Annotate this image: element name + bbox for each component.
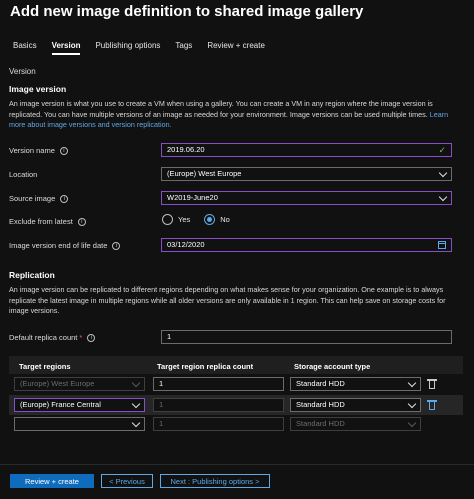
image-version-text: An image version is what you use to crea… xyxy=(9,99,433,119)
row1-count-input[interactable]: 1 xyxy=(153,377,284,391)
info-icon[interactable]: i xyxy=(87,333,96,342)
row2-region-select[interactable]: (Europe) France Central xyxy=(14,398,145,412)
row1-region-value: (Europe) West Europe xyxy=(20,379,95,388)
location-select[interactable]: (Europe) West Europe xyxy=(161,167,452,181)
default-replica-value: 1 xyxy=(167,332,172,341)
required-marker: * xyxy=(79,333,83,342)
version-section-label: Version xyxy=(9,67,36,76)
exclude-from-latest-label: Exclude from latest i xyxy=(9,217,86,226)
default-replica-label-text: Default replica count xyxy=(9,333,78,342)
row1-region-select[interactable]: (Europe) West Europe xyxy=(14,377,145,391)
row2-storage-select[interactable]: Standard HDD xyxy=(290,398,421,412)
radio-no[interactable] xyxy=(204,214,216,225)
tab-tags[interactable]: Tags xyxy=(175,41,192,50)
chevron-down-icon xyxy=(438,168,448,177)
radio-yes-label: Yes xyxy=(178,215,191,224)
version-name-label: Version name i xyxy=(9,146,68,155)
review-create-button[interactable]: Review + create xyxy=(10,474,94,488)
row3-count-input[interactable]: 1 xyxy=(153,417,284,431)
row2-region-value: (Europe) France Central xyxy=(20,400,101,409)
row1-storage-select[interactable]: Standard HDD xyxy=(290,377,421,391)
info-icon[interactable]: i xyxy=(60,194,69,203)
location-label-text: Location xyxy=(9,170,38,179)
exclude-label-text: Exclude from latest xyxy=(9,217,73,226)
checkmark-icon: ✓ xyxy=(438,145,446,155)
chevron-down-icon xyxy=(407,378,417,387)
next-button[interactable]: Next : Publishing options > xyxy=(160,474,270,488)
row3-storage-select[interactable]: Standard HDD xyxy=(290,417,421,431)
calendar-icon[interactable] xyxy=(438,241,446,249)
delete-icon-can xyxy=(429,402,435,410)
end-of-life-label-text: Image version end of life date xyxy=(9,241,108,250)
row1-storage-value: Standard HDD xyxy=(296,379,345,388)
row3-count-value: 1 xyxy=(159,419,164,428)
tab-publishing-options[interactable]: Publishing options xyxy=(95,41,160,50)
chevron-down-icon xyxy=(407,399,417,408)
version-name-input[interactable]: 2019.06.20 ✓ xyxy=(161,143,452,157)
tab-version[interactable]: Version xyxy=(51,41,80,55)
end-of-life-date-input[interactable]: 03/12/2020 xyxy=(161,238,452,252)
row2-count-input[interactable]: 1 xyxy=(153,398,284,412)
default-replica-count-input[interactable]: 1 xyxy=(161,330,452,344)
radio-no-label: No xyxy=(220,215,230,224)
info-icon[interactable]: i xyxy=(59,146,68,155)
col-target-regions: Target regions xyxy=(19,362,71,371)
col-replica-count: Target region replica count xyxy=(157,362,254,371)
chevron-down-icon xyxy=(131,378,141,387)
row1-count-value: 1 xyxy=(159,379,164,388)
delete-icon[interactable] xyxy=(427,400,437,410)
radio-yes[interactable] xyxy=(162,214,173,225)
info-icon[interactable]: i xyxy=(112,241,121,250)
exclude-radio-group: Yes No xyxy=(162,214,244,225)
tab-basics[interactable]: Basics xyxy=(13,41,37,50)
col-storage-account-type: Storage account type xyxy=(294,362,371,371)
source-image-value: W2019-June20 xyxy=(167,193,218,202)
row3-region-select[interactable] xyxy=(14,417,145,431)
source-image-select[interactable]: W2019-June20 xyxy=(161,191,452,205)
row2-storage-value: Standard HDD xyxy=(296,400,345,409)
tab-bar: Basics Version Publishing options Tags R… xyxy=(13,41,280,55)
row3-storage-value: Standard HDD xyxy=(296,419,345,428)
row2-count-value: 1 xyxy=(159,400,164,409)
source-image-label: Source image i xyxy=(9,194,69,203)
chevron-down-icon xyxy=(407,418,417,427)
delete-icon[interactable] xyxy=(427,379,437,389)
chevron-down-icon xyxy=(438,192,448,201)
location-value: (Europe) West Europe xyxy=(167,169,242,178)
image-version-description: An image version is what you use to crea… xyxy=(9,99,461,131)
replication-description: An image version can be replicated to di… xyxy=(9,285,446,315)
info-icon[interactable]: i xyxy=(77,217,86,226)
default-replica-count-label: Default replica count * i xyxy=(9,333,96,342)
image-version-heading: Image version xyxy=(9,84,67,94)
footer-divider xyxy=(0,464,474,465)
source-image-label-text: Source image xyxy=(9,194,56,203)
version-name-label-text: Version name xyxy=(9,146,55,155)
end-of-life-label: Image version end of life date i xyxy=(9,241,121,250)
delete-icon-can xyxy=(429,381,435,389)
location-label: Location xyxy=(9,170,37,179)
replication-heading: Replication xyxy=(9,270,55,280)
tab-review-create[interactable]: Review + create xyxy=(207,41,265,50)
version-name-value: 2019.06.20 xyxy=(167,145,205,154)
page-title: Add new image definition to shared image… xyxy=(10,3,364,20)
chevron-down-icon xyxy=(131,399,141,408)
replication-table-header: Target regions Target region replica cou… xyxy=(9,356,463,374)
previous-button[interactable]: < Previous xyxy=(101,474,153,488)
chevron-down-icon xyxy=(131,418,141,427)
end-of-life-value: 03/12/2020 xyxy=(167,240,205,249)
